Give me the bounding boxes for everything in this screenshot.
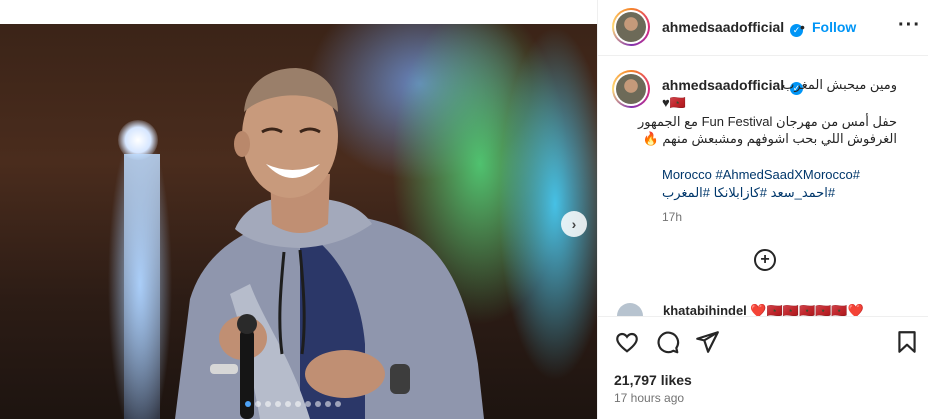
commenter-avatar[interactable] [617,303,643,316]
carousel-dot [255,401,261,407]
caption-line-1: ومين ميحبش المغرب [782,77,897,92]
add-label: + [760,251,770,268]
carousel-dot [305,401,311,407]
likes-count[interactable]: 21,797 likes [614,372,692,388]
username-link[interactable]: ahmedsaadofficial ✓ [662,19,804,37]
comment-text: khatabihindel ❤️🇲🇦🇲🇦🇲🇦🇲🇦🇲🇦❤️ [663,303,864,316]
comment-icon[interactable] [654,329,680,355]
caption-timestamp[interactable]: 17h [662,210,682,224]
carousel-dot [335,401,341,407]
chevron-right-icon: › [571,216,577,232]
separator-dot: • [800,19,805,35]
carousel-indicator [245,401,341,407]
hashtag-links-arabic[interactable]: #احمد_سعد #كازابلانكا #المغرب [662,185,835,201]
carousel-dot [315,401,321,407]
post-media[interactable]: › [0,24,597,419]
carousel-dot [325,401,331,407]
post-header: ahmedsaadofficial ✓ • Follow ··· [598,0,928,56]
more-options-icon[interactable]: ··· [898,14,921,37]
carousel-dot [295,401,301,407]
carousel-dot [285,401,291,407]
username-label: ahmedsaadofficial [662,19,785,35]
caption-line-2: ♥🇲🇦 [662,95,686,110]
follow-button[interactable]: Follow [812,19,856,35]
avatar[interactable] [612,8,650,46]
carousel-next-button[interactable]: › [561,211,587,237]
caption-line-4: الغرفوش اللي بحب اشوفهم ومشبعش منهم 🔥 [642,131,897,146]
carousel-dot [265,401,271,407]
comment-row: khatabihindel ❤️🇲🇦🇲🇦🇲🇦🇲🇦🇲🇦❤️ [612,303,928,316]
post-side-panel: ahmedsaadofficial ✓ • Follow ··· ahmedsa… [597,0,928,419]
performer-photo [175,68,484,419]
heart-icon[interactable] [614,329,640,355]
add-circle-icon[interactable]: + [754,249,776,271]
caption-username-label: ahmedsaadofficial [662,77,785,93]
post-timestamp[interactable]: 17 hours ago [614,391,684,405]
action-bar: 21,797 likes 17 hours ago [598,316,928,419]
caption-line-3: حفل أمس من مهرجان Fun Festival مع الجمهو… [638,114,897,129]
bookmark-icon[interactable] [894,329,920,355]
carousel-dot [245,401,251,407]
share-icon[interactable] [694,329,720,355]
caption-avatar[interactable] [612,70,650,108]
carousel-dot [275,401,281,407]
hashtag-links[interactable]: Morocco #AhmedSaadXMorocco# [662,167,860,182]
